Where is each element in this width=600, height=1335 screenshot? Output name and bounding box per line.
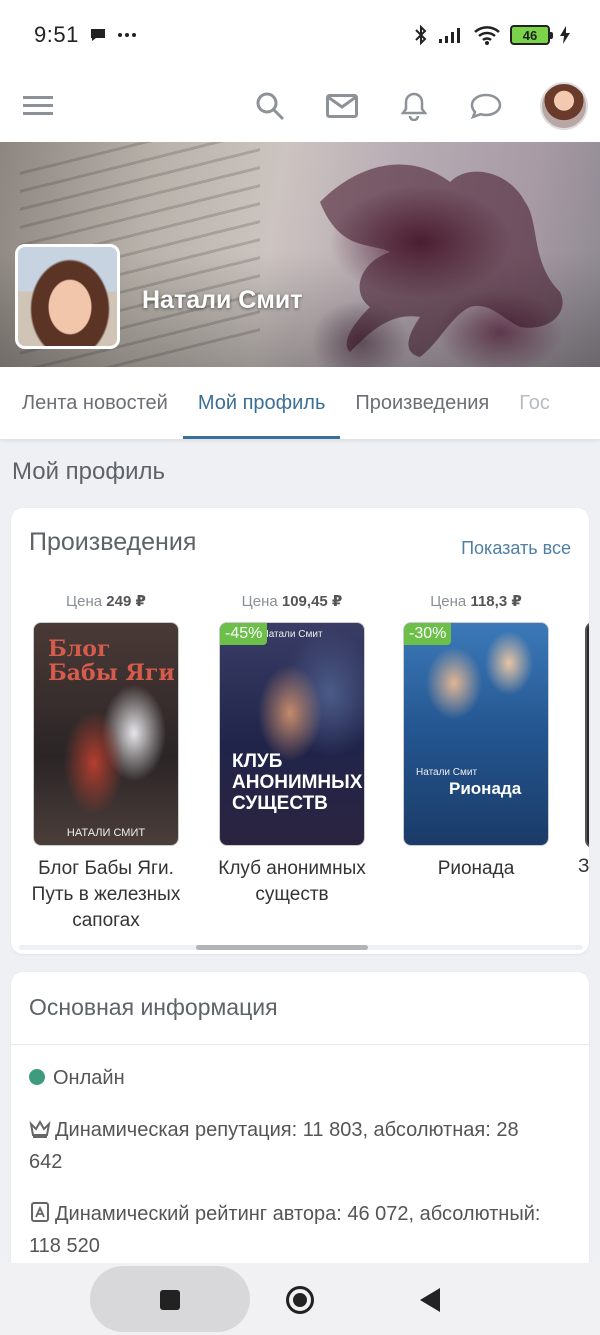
book-price: Цена 118,3 ₽: [430, 593, 522, 610]
reputation-row: Динамическая репутация: 11 803, абсолютн…: [29, 1119, 519, 1173]
charging-icon: [560, 26, 570, 44]
book-card[interactable]: Цена 118,3 ₽ Натали Смит Рионада -30% Ри…: [391, 592, 561, 882]
tab-my-profile[interactable]: Мой профиль: [182, 367, 341, 439]
tab-news-feed[interactable]: Лента новостей: [0, 367, 183, 439]
chat-bubble-icon: [90, 29, 105, 41]
book-card[interactable]: Цена 249 ₽ Блог Бабы Яги НАТАЛИ СМИТ Бло…: [21, 592, 191, 934]
works-scrollbar-thumb[interactable]: [196, 945, 368, 950]
next-book-cover[interactable]: [585, 622, 589, 848]
wifi-icon: [474, 26, 500, 45]
tab-works[interactable]: Произведения: [340, 367, 504, 439]
discount-badge: -30%: [404, 623, 452, 645]
divider: [11, 1044, 589, 1045]
chat-icon[interactable]: [468, 88, 504, 124]
crown-icon: [29, 1119, 51, 1138]
book-title[interactable]: Рионада: [391, 856, 561, 882]
back-triangle-icon: [420, 1288, 440, 1312]
book-cover[interactable]: Натали Смит Рионада -30%: [403, 622, 549, 846]
tab-guests[interactable]: Гос: [504, 367, 565, 439]
profile-name: Натали Смит: [142, 286, 303, 314]
user-avatar[interactable]: [540, 82, 588, 130]
status-time: 9:51: [34, 22, 79, 47]
online-dot-icon: [29, 1069, 45, 1085]
mail-icon[interactable]: [324, 88, 360, 124]
search-icon[interactable]: [252, 88, 288, 124]
home-button[interactable]: [284, 1284, 316, 1316]
discount-badge: -45%: [220, 623, 268, 645]
works-card: Произведения Показать все Цена 249 ₽ Бло…: [11, 508, 589, 954]
book-cover[interactable]: Блог Бабы Яги НАТАЛИ СМИТ: [33, 622, 179, 846]
bell-icon[interactable]: [396, 88, 432, 124]
show-all-link[interactable]: Показать все: [461, 538, 571, 559]
book-title[interactable]: Блог Бабы Яги. Путь в железных сапогах: [21, 856, 191, 934]
square-icon: [160, 1290, 180, 1310]
bluetooth-icon: [415, 24, 427, 46]
home-circle-icon: [286, 1286, 314, 1314]
works-title: Произведения: [29, 528, 197, 556]
menu-icon[interactable]: [20, 88, 56, 124]
book-card[interactable]: Цена 109,45 ₽ Натали Смит КЛУБ АНОНИМНЫХ…: [207, 592, 377, 908]
back-button[interactable]: [416, 1285, 444, 1315]
book-price: Цена 109,45 ₽: [241, 593, 343, 610]
more-dots-icon: [117, 33, 136, 37]
works-scrollbar[interactable]: [19, 945, 583, 950]
page-title: Мой профиль: [12, 458, 166, 485]
book-cover[interactable]: Натали Смит КЛУБ АНОНИМНЫХ СУЩЕСТВ -45%: [219, 622, 365, 846]
online-status: Онлайн: [29, 1062, 549, 1094]
profile-photo[interactable]: [15, 244, 120, 349]
profile-tabs: Лента новостей Мой профиль Произведения …: [0, 367, 600, 439]
basic-info-card: Основная информация Онлайн Динамическая …: [11, 972, 589, 1272]
book-title[interactable]: Клуб анонимных существ: [207, 856, 377, 908]
book-rating-icon: [31, 1202, 49, 1222]
info-title: Основная информация: [29, 994, 278, 1020]
status-bar: 9:51 46: [0, 0, 600, 70]
app-header: [0, 70, 600, 142]
book-price: Цена 249 ₽: [66, 593, 146, 610]
recent-apps-button[interactable]: [156, 1286, 184, 1314]
rating-row: Динамический рейтинг автора: 46 072, абс…: [29, 1202, 541, 1257]
battery-icon: 46: [510, 25, 553, 45]
signal-icon: [439, 28, 460, 43]
next-book-title[interactable]: З: [578, 856, 589, 878]
